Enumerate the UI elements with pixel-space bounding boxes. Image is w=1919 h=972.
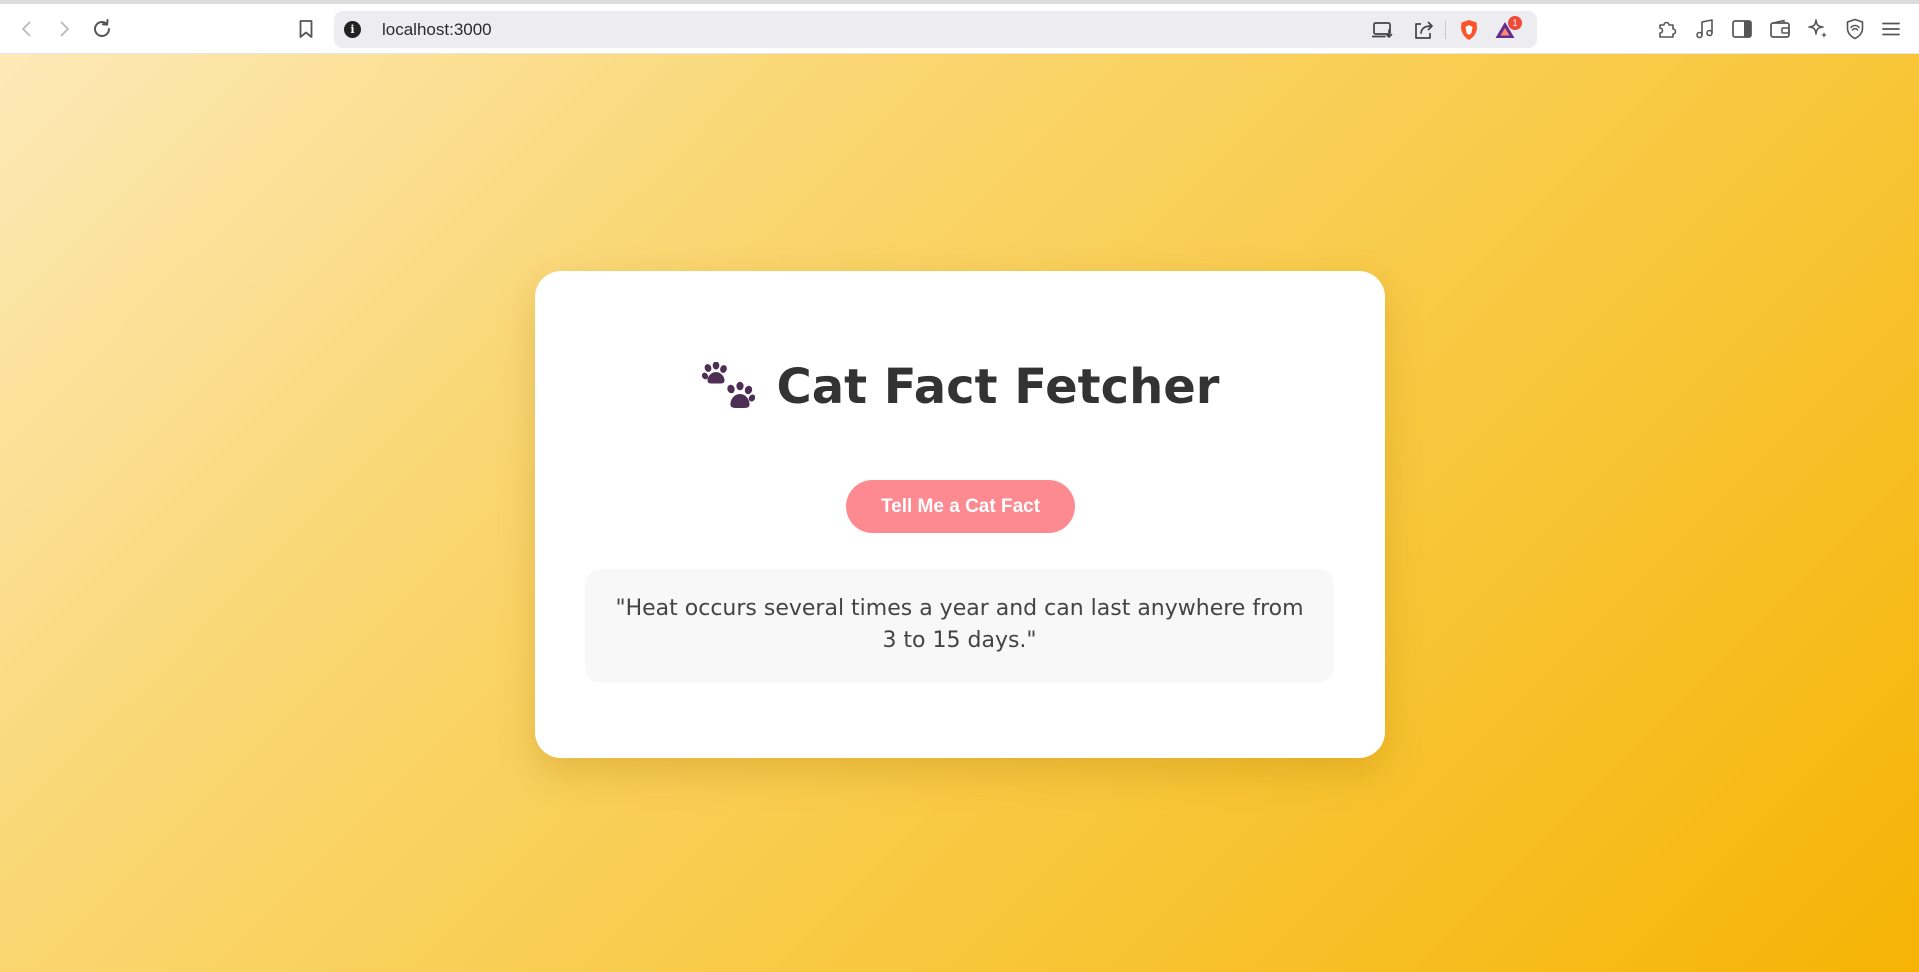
music-note-icon[interactable]: [1688, 4, 1722, 54]
sparkle-icon[interactable]: [1801, 4, 1835, 54]
cat-fact-text: "Heat occurs several times a year and ca…: [615, 596, 1304, 653]
hamburger-menu-icon[interactable]: [1874, 4, 1908, 54]
share-icon[interactable]: [1408, 11, 1440, 48]
url-text[interactable]: localhost:3000: [382, 11, 492, 48]
bookmark-icon[interactable]: [289, 4, 323, 54]
forward-arrow-icon[interactable]: [47, 4, 81, 54]
address-bar-divider: [1445, 21, 1446, 39]
reload-icon[interactable]: [85, 4, 119, 54]
page-viewport: Cat Fact Fetcher Tell Me a Cat Fact "Hea…: [0, 54, 1919, 972]
page-title-text: Cat Fact Fetcher: [776, 359, 1220, 415]
tell-cat-fact-button[interactable]: Tell Me a Cat Fact: [846, 480, 1075, 533]
info-icon[interactable]: i: [344, 21, 361, 38]
paw-prints-icon: [701, 362, 755, 409]
brave-rewards-icon[interactable]: 1: [1489, 11, 1522, 48]
browser-window: i localhost:3000 1 Cat Fact Fetcher Tell…: [0, 0, 1919, 972]
install-app-icon[interactable]: [1367, 11, 1399, 48]
browser-toolbar: i localhost:3000 1: [0, 4, 1919, 54]
puzzle-icon[interactable]: [1650, 4, 1684, 54]
back-arrow-icon[interactable]: [10, 4, 44, 54]
vpn-shield-icon[interactable]: [1838, 4, 1872, 54]
wallet-icon[interactable]: [1763, 4, 1797, 54]
rewards-notification-badge: 1: [1508, 16, 1522, 30]
page-title: Cat Fact Fetcher: [535, 357, 1385, 417]
sidebar-icon[interactable]: [1725, 4, 1759, 54]
cat-fact-display: "Heat occurs several times a year and ca…: [585, 569, 1334, 683]
cat-fact-card: Cat Fact Fetcher Tell Me a Cat Fact "Hea…: [535, 271, 1385, 758]
brave-shields-icon[interactable]: [1453, 11, 1485, 48]
address-bar[interactable]: i localhost:3000 1: [334, 11, 1537, 48]
